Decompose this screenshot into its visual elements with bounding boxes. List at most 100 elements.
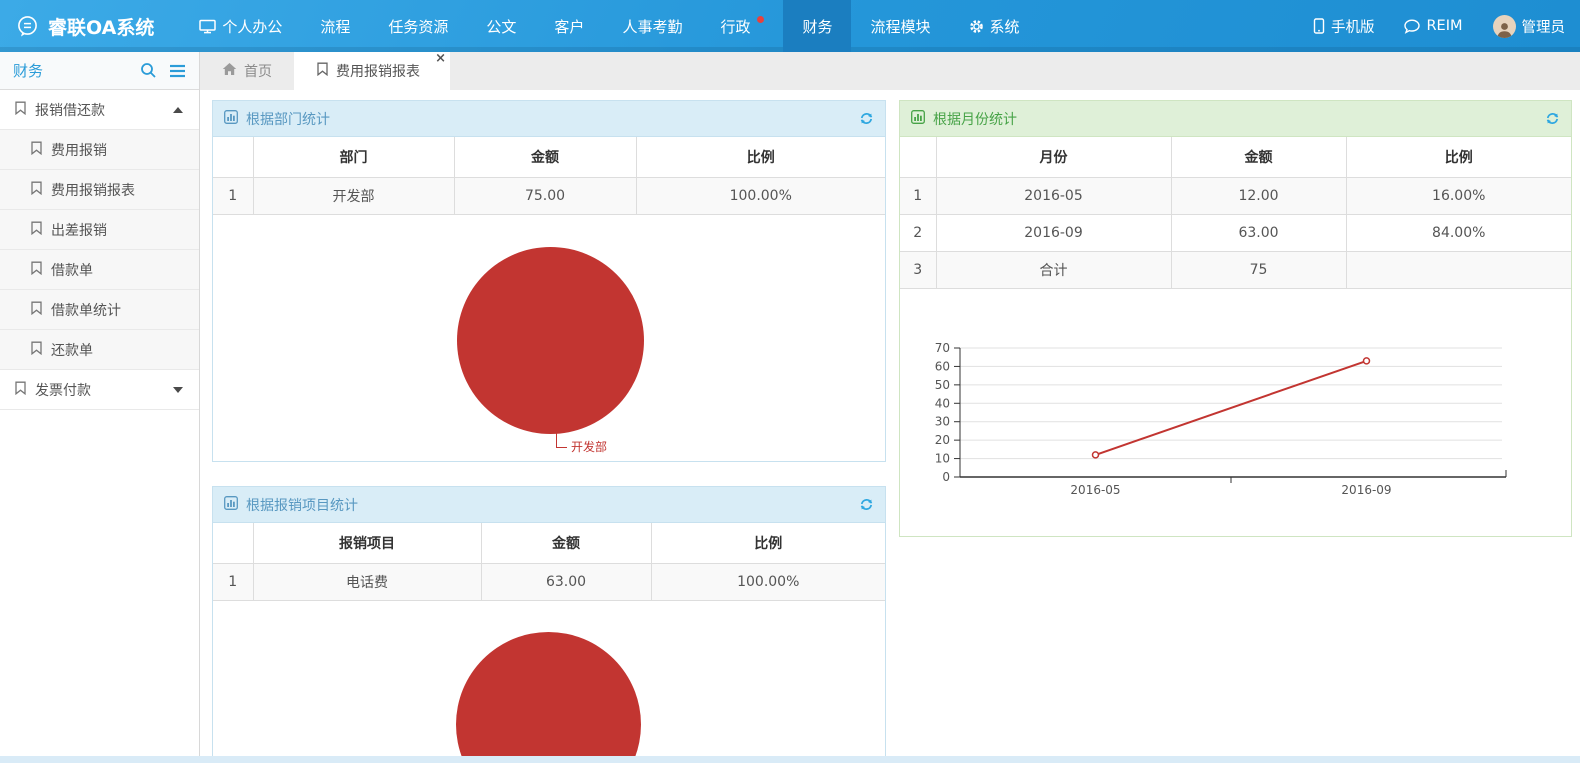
nav-item-customer[interactable]: 客户	[535, 0, 603, 52]
dept-pie-chart	[457, 247, 644, 434]
nav-item-personal-office[interactable]: 个人办公	[180, 0, 301, 52]
item-stats-table: 报销项目 金额 比例 1 电话费 63.00 100.00%	[213, 523, 885, 601]
col-month: 月份	[936, 137, 1171, 177]
col-amount: 金额	[454, 137, 636, 177]
bookmark-icon	[30, 261, 43, 279]
sidebar-header: 财务	[0, 52, 199, 90]
collapse-caret-icon	[173, 107, 183, 113]
bookmark-icon	[30, 341, 43, 359]
nav-item-process-module[interactable]: 流程模块	[851, 0, 949, 52]
brand-logo-icon	[16, 15, 39, 38]
menu-toggle-icon[interactable]	[169, 64, 186, 78]
pie-leader-line	[556, 433, 567, 448]
sidebar-item-loan-form[interactable]: 借款单	[0, 250, 199, 290]
panel-month-stats: 根据月份统计 月份 金额 比例 1 2016-05 12.00 16.00%	[899, 100, 1572, 537]
table-row: 3 合计 75	[900, 251, 1571, 288]
svg-text:70: 70	[935, 341, 950, 355]
svg-text:50: 50	[935, 378, 950, 392]
panel-dept-stats: 根据部门统计 部门 金额 比例 1 开发部 75.00 100.00%	[212, 100, 886, 462]
navbar-right: 手机版 REIM 管理员	[1298, 0, 1580, 52]
refresh-icon[interactable]	[859, 497, 874, 512]
month-line-chart-area: 0 10 20 30 40 50 60 70 2016-05 2016-09	[900, 289, 1571, 536]
sidebar-item-loan-stats[interactable]: 借款单统计	[0, 290, 199, 330]
nav-item-task-resource[interactable]: 任务资源	[369, 0, 467, 52]
tab-expense-report[interactable]: 费用报销报表 ×	[294, 52, 450, 90]
bookmark-icon	[30, 141, 43, 159]
panel-item-stats: 根据报销项目统计 报销项目 金额 比例 1 电话费 63.00 100.00%	[212, 486, 886, 763]
bookmark-icon	[14, 101, 27, 119]
sidebar: 财务 报销借还款 费用报销 费用报销报表 出差报销 借款单 借款单统计 还款单 …	[0, 52, 200, 763]
svg-text:2016-09: 2016-09	[1341, 483, 1391, 497]
tab-home[interactable]: 首页	[200, 52, 294, 90]
sidebar-title: 财务	[13, 60, 43, 81]
close-icon[interactable]: ×	[435, 52, 446, 66]
refresh-icon[interactable]	[1545, 111, 1560, 126]
dept-stats-table: 部门 金额 比例 1 开发部 75.00 100.00%	[213, 137, 885, 215]
nav-item-process[interactable]: 流程	[301, 0, 369, 52]
expand-caret-icon	[173, 387, 183, 393]
svg-text:2016-05: 2016-05	[1070, 483, 1120, 497]
horizontal-scrollbar[interactable]	[0, 756, 1580, 763]
bar-chart-icon	[224, 496, 238, 514]
col-ratio: 比例	[651, 523, 885, 563]
table-header-row: 月份 金额 比例	[900, 137, 1571, 177]
col-amount: 金额	[1171, 137, 1346, 177]
month-line-chart: 0 10 20 30 40 50 60 70 2016-05 2016-09	[900, 289, 1571, 536]
sidebar-item-repayment-form[interactable]: 还款单	[0, 330, 199, 370]
svg-text:0: 0	[942, 470, 950, 484]
table-row: 1 开发部 75.00 100.00%	[213, 177, 885, 214]
col-index	[213, 137, 253, 177]
sidebar-item-travel-reimburse[interactable]: 出差报销	[0, 210, 199, 250]
panel-title: 根据报销项目统计	[246, 495, 358, 515]
col-ratio: 比例	[1346, 137, 1571, 177]
nav-item-administration[interactable]: 行政	[701, 0, 783, 52]
col-index	[900, 137, 936, 177]
current-user-menu[interactable]: 管理员	[1478, 0, 1580, 52]
tab-strip: 首页 费用报销报表 ×	[200, 52, 1580, 90]
panel-month-heading: 根据月份统计	[900, 101, 1571, 137]
svg-text:60: 60	[935, 359, 950, 373]
notification-dot	[757, 16, 764, 23]
col-amount: 金额	[481, 523, 651, 563]
nav-item-system[interactable]: 系统	[950, 0, 1039, 52]
bar-chart-icon	[224, 110, 238, 128]
svg-text:30: 30	[935, 415, 950, 429]
bar-chart-icon	[911, 110, 925, 128]
dept-pie-label: 开发部	[556, 433, 607, 448]
phone-icon	[1313, 18, 1325, 34]
table-header-row: 报销项目 金额 比例	[213, 523, 885, 563]
sidebar-item-expense-reimburse[interactable]: 费用报销	[0, 130, 199, 170]
panel-title: 根据月份统计	[933, 109, 1017, 129]
sidebar-group-invoice-payment[interactable]: 发票付款	[0, 370, 199, 410]
nav-item-document[interactable]: 公文	[467, 0, 535, 52]
svg-text:40: 40	[935, 396, 950, 410]
desktop-icon	[199, 19, 216, 34]
panel-title: 根据部门统计	[246, 109, 330, 129]
search-icon[interactable]	[140, 62, 157, 79]
bookmark-icon	[30, 181, 43, 199]
reim-link[interactable]: REIM	[1389, 0, 1477, 52]
nav-item-hr-attendance[interactable]: 人事考勤	[603, 0, 701, 52]
svg-text:20: 20	[935, 433, 950, 447]
bookmark-icon	[30, 221, 43, 239]
bookmark-icon	[316, 62, 329, 80]
gear-icon	[969, 19, 984, 34]
table-row: 1 电话费 63.00 100.00%	[213, 563, 885, 600]
home-icon	[222, 62, 237, 80]
item-pie-chart	[456, 632, 641, 763]
sidebar-item-expense-report[interactable]: 费用报销报表	[0, 170, 199, 210]
table-row: 1 2016-05 12.00 16.00%	[900, 177, 1571, 214]
bookmark-icon	[14, 381, 27, 399]
bookmark-icon	[30, 301, 43, 319]
top-navbar: 睿联OA系统 个人办公 流程 任务资源 公文 客户 人事考勤 行政 财务 流程模…	[0, 0, 1580, 52]
col-dept: 部门	[253, 137, 454, 177]
app-brand[interactable]: 睿联OA系统	[0, 0, 180, 52]
brand-title: 睿联OA系统	[48, 13, 154, 40]
svg-text:10: 10	[935, 452, 950, 466]
table-header-row: 部门 金额 比例	[213, 137, 885, 177]
nav-item-finance[interactable]: 财务	[783, 0, 851, 52]
panel-item-heading: 根据报销项目统计	[213, 487, 885, 523]
refresh-icon[interactable]	[859, 111, 874, 126]
mobile-version-link[interactable]: 手机版	[1298, 0, 1390, 52]
sidebar-group-reimburse-loan[interactable]: 报销借还款	[0, 90, 199, 130]
